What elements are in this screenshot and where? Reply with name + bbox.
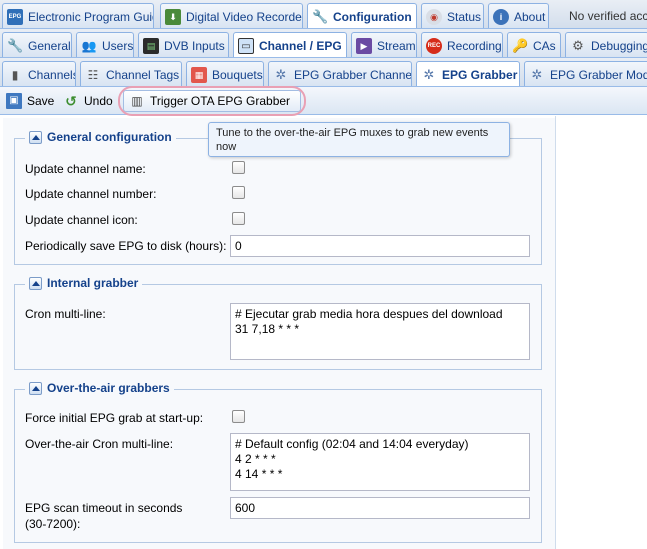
stream-icon: ▶ [356, 37, 372, 54]
collapse-icon[interactable] [29, 381, 42, 395]
rec-icon: REC [426, 37, 442, 54]
over-the-air-grabbers-legend[interactable]: Over-the-air grabbers [25, 381, 174, 395]
tv-icon: ▭ [238, 38, 254, 54]
dvr-icon: ⬇ [165, 8, 181, 25]
cron-multi-line-label: Cron multi-line: [25, 307, 106, 321]
tab-bouquets[interactable]: ▦ Bouquets [186, 61, 264, 86]
tab-configuration[interactable]: 🔧 Configuration [307, 3, 417, 28]
save-epg-period-label: Periodically save EPG to disk (hours): [25, 239, 227, 253]
channels-icon: ▮ [11, 67, 19, 82]
tab-stream[interactable]: ▶ Stream [351, 32, 417, 57]
config-tab-bar: 🔧 General 👥 Users ▤ DVB Inputs ▭ Channel… [0, 29, 647, 58]
tab-channel-tags[interactable]: ☷ Channel Tags [80, 61, 182, 86]
save-epg-period-input[interactable]: 0 [230, 235, 530, 257]
undo-button[interactable]: ↺ Undo [58, 90, 118, 112]
tab-epg-grabber-module[interactable]: ✲ EPG Grabber Module [524, 61, 647, 86]
trigger-ota-epg-grabber-button[interactable]: ▥ Trigger OTA EPG Grabber [123, 90, 301, 112]
wrench-icon: 🔧 [312, 9, 329, 24]
cron-multi-line-textarea[interactable]: # Ejecutar grab media hora despues del d… [230, 303, 530, 360]
internal-grabber-legend[interactable]: Internal grabber [25, 276, 143, 290]
general-icon: 🔧 [7, 37, 24, 53]
tab-dvb-inputs[interactable]: ▤ DVB Inputs [138, 32, 229, 57]
force-initial-epg-grab-label: Force initial EPG grab at start-up: [25, 411, 204, 425]
tab-channels[interactable]: ▮ Channels [2, 61, 76, 86]
tab-debugging[interactable]: ⚙ Debugging [565, 32, 647, 57]
tab-epg-grabber[interactable]: ✲ EPG Grabber [416, 61, 520, 86]
internal-grabber-group: Internal grabber Cron multi-line: # Ejec… [14, 276, 542, 370]
tab-cas[interactable]: 🔑 CAs [507, 32, 561, 57]
update-channel-name-checkbox[interactable] [232, 161, 245, 174]
toolbar: ▣ Save ↺ Undo ▥ Trigger OTA EPG Grabber [0, 87, 647, 115]
tab-dvr[interactable]: ⬇ Digital Video Recorder [160, 3, 303, 28]
update-channel-name-label: Update channel name: [25, 162, 146, 176]
save-icon: ▣ [6, 93, 22, 109]
general-configuration-legend[interactable]: General configuration [25, 130, 176, 144]
tab-users[interactable]: 👥 Users [76, 32, 134, 57]
tab-general[interactable]: 🔧 General [2, 32, 72, 57]
collapse-icon[interactable] [29, 130, 42, 144]
key-icon: 🔑 [512, 37, 529, 53]
bouquets-icon: ▦ [191, 66, 207, 83]
tab-status[interactable]: ◉ Status [421, 3, 484, 28]
update-channel-icon-checkbox[interactable] [232, 212, 245, 225]
tooltip: Tune to the over-the-air EPG muxes to gr… [208, 122, 510, 157]
grabber-module-icon: ✲ [531, 66, 543, 82]
collapse-icon[interactable] [29, 276, 42, 290]
main-tab-bar: EPG Electronic Program Guide ⬇ Digital V… [0, 0, 647, 29]
tags-icon: ☷ [87, 67, 99, 82]
tab-about[interactable]: i About [488, 3, 549, 28]
epg-scan-timeout-label: EPG scan timeout in seconds [25, 501, 183, 515]
epg-scan-timeout-range-label: (30-7200): [25, 517, 81, 531]
info-icon: i [493, 8, 509, 25]
status-icon: ◉ [426, 8, 442, 25]
undo-icon: ↺ [65, 93, 77, 109]
save-button[interactable]: ▣ Save [1, 90, 59, 112]
grabber-icon: ▥ [131, 94, 143, 108]
debug-icon: ⚙ [572, 37, 584, 53]
tab-epg-grabber-channels[interactable]: ✲ EPG Grabber Channels [268, 61, 412, 86]
ota-cron-multi-line-textarea[interactable]: # Default config (02:04 and 14:04 everyd… [230, 433, 530, 491]
channel-epg-tab-bar: ▮ Channels ☷ Channel Tags ▦ Bouquets ✲ E… [0, 58, 647, 87]
ota-cron-multi-line-label: Over-the-air Cron multi-line: [25, 437, 174, 451]
general-configuration-group: General configuration Update channel nam… [14, 130, 542, 265]
users-icon: 👥 [81, 38, 97, 53]
update-channel-icon-label: Update channel icon: [25, 213, 138, 227]
login-status: No verified acce [569, 9, 647, 23]
force-initial-epg-grab-checkbox[interactable] [232, 410, 245, 423]
grabber-icon: ✲ [423, 67, 435, 82]
update-channel-number-checkbox[interactable] [232, 186, 245, 199]
dvb-icon: ▤ [143, 37, 159, 54]
tab-epg[interactable]: EPG Electronic Program Guide [2, 3, 154, 28]
epg-icon: EPG [7, 8, 23, 25]
update-channel-number-label: Update channel number: [25, 187, 157, 201]
tab-channel-epg[interactable]: ▭ Channel / EPG [233, 32, 347, 57]
over-the-air-grabbers-group: Over-the-air grabbers Force initial EPG … [14, 381, 542, 543]
grabber-channels-icon: ✲ [275, 66, 287, 82]
epg-scan-timeout-input[interactable]: 600 [230, 497, 530, 519]
tab-recording[interactable]: REC Recording [421, 32, 503, 57]
